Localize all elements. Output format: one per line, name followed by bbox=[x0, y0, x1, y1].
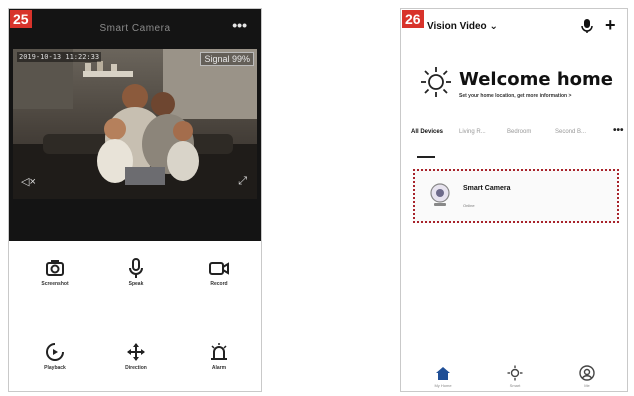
alarm-label: Alarm bbox=[211, 365, 227, 371]
playback-button[interactable]: Playback bbox=[25, 341, 85, 371]
home-icon bbox=[423, 365, 463, 381]
smart-scene-icon bbox=[495, 365, 535, 381]
home-selector-label: Vision Video bbox=[427, 21, 487, 32]
device-name: Smart Camera bbox=[463, 185, 511, 192]
live-video-feed[interactable]: 2019-10-13 11:22:33 Signal 99% bbox=[13, 49, 257, 199]
nav-my-home-label: My Home bbox=[434, 383, 452, 388]
playback-icon bbox=[25, 341, 85, 363]
record-button[interactable]: Record bbox=[189, 257, 249, 287]
nav-me[interactable]: Me bbox=[567, 365, 607, 388]
weather-sun-icon bbox=[419, 65, 453, 104]
tab-all-devices[interactable]: All Devices bbox=[411, 129, 443, 135]
camera-device-icon bbox=[429, 183, 451, 212]
playback-label: Playback bbox=[44, 365, 66, 371]
signal-strength: Signal 99% bbox=[200, 52, 254, 66]
alarm-icon bbox=[189, 341, 249, 363]
speak-button[interactable]: Speak bbox=[106, 257, 166, 287]
live-view-panel: Smart Camera ••• 2019-10-13 11:22:33 Sig… bbox=[9, 9, 261, 241]
direction-label: Direction bbox=[125, 365, 147, 371]
nav-my-home[interactable]: My Home bbox=[423, 365, 463, 388]
device-status: Online bbox=[463, 203, 475, 208]
speaker-mute-icon[interactable]: ◁× bbox=[21, 175, 36, 188]
family-photo bbox=[13, 49, 257, 199]
welcome-title: Welcome home bbox=[459, 69, 614, 90]
video-record-icon bbox=[189, 257, 249, 279]
nav-smart-label: Smart bbox=[509, 383, 521, 388]
microphone-icon[interactable] bbox=[581, 19, 593, 36]
home-selector[interactable]: Vision Video ⌄ bbox=[427, 21, 498, 32]
profile-icon bbox=[567, 365, 607, 381]
camera-icon bbox=[25, 257, 85, 279]
nav-smart[interactable]: Smart bbox=[495, 365, 535, 388]
screenshot-button[interactable]: Screenshot bbox=[25, 257, 85, 287]
tab-living-room[interactable]: Living R... bbox=[459, 129, 486, 135]
microphone-icon bbox=[106, 257, 166, 279]
nav-me-label: Me bbox=[584, 383, 590, 388]
video-timestamp: 2019-10-13 11:22:33 bbox=[17, 52, 102, 62]
screenshot-label: Screenshot bbox=[41, 281, 69, 287]
alarm-button[interactable]: Alarm bbox=[189, 341, 249, 371]
fullscreen-icon[interactable]: ⤢ bbox=[238, 175, 247, 188]
step-badge-25: 25 bbox=[10, 10, 32, 28]
step-badge-26: 26 bbox=[402, 10, 424, 28]
tab-second-bedroom[interactable]: Second B... bbox=[555, 129, 586, 135]
camera-live-screen: Smart Camera ••• 2019-10-13 11:22:33 Sig… bbox=[8, 8, 262, 392]
device-card-smart-camera[interactable]: Smart Camera Online bbox=[413, 169, 619, 223]
tab-bedroom[interactable]: Bedroom bbox=[507, 129, 531, 135]
room-tabs: All Devices Living R... Bedroom Second B… bbox=[411, 129, 625, 143]
more-dots-icon[interactable]: ••• bbox=[613, 125, 624, 136]
record-label: Record bbox=[210, 281, 228, 287]
direction-button[interactable]: Direction bbox=[106, 341, 166, 371]
add-device-icon[interactable]: + bbox=[605, 15, 616, 36]
chevron-down-icon: ⌄ bbox=[489, 21, 498, 32]
more-dots-icon[interactable]: ••• bbox=[232, 17, 247, 33]
welcome-subtitle[interactable]: Set your home location, get more informa… bbox=[459, 93, 571, 99]
direction-icon bbox=[106, 341, 166, 363]
speak-label: Speak bbox=[128, 281, 144, 287]
screen-title: Smart Camera bbox=[99, 23, 171, 34]
home-screen: Vision Video ⌄ + Welcome home Set your h… bbox=[400, 8, 628, 392]
active-tab-indicator bbox=[417, 156, 435, 158]
